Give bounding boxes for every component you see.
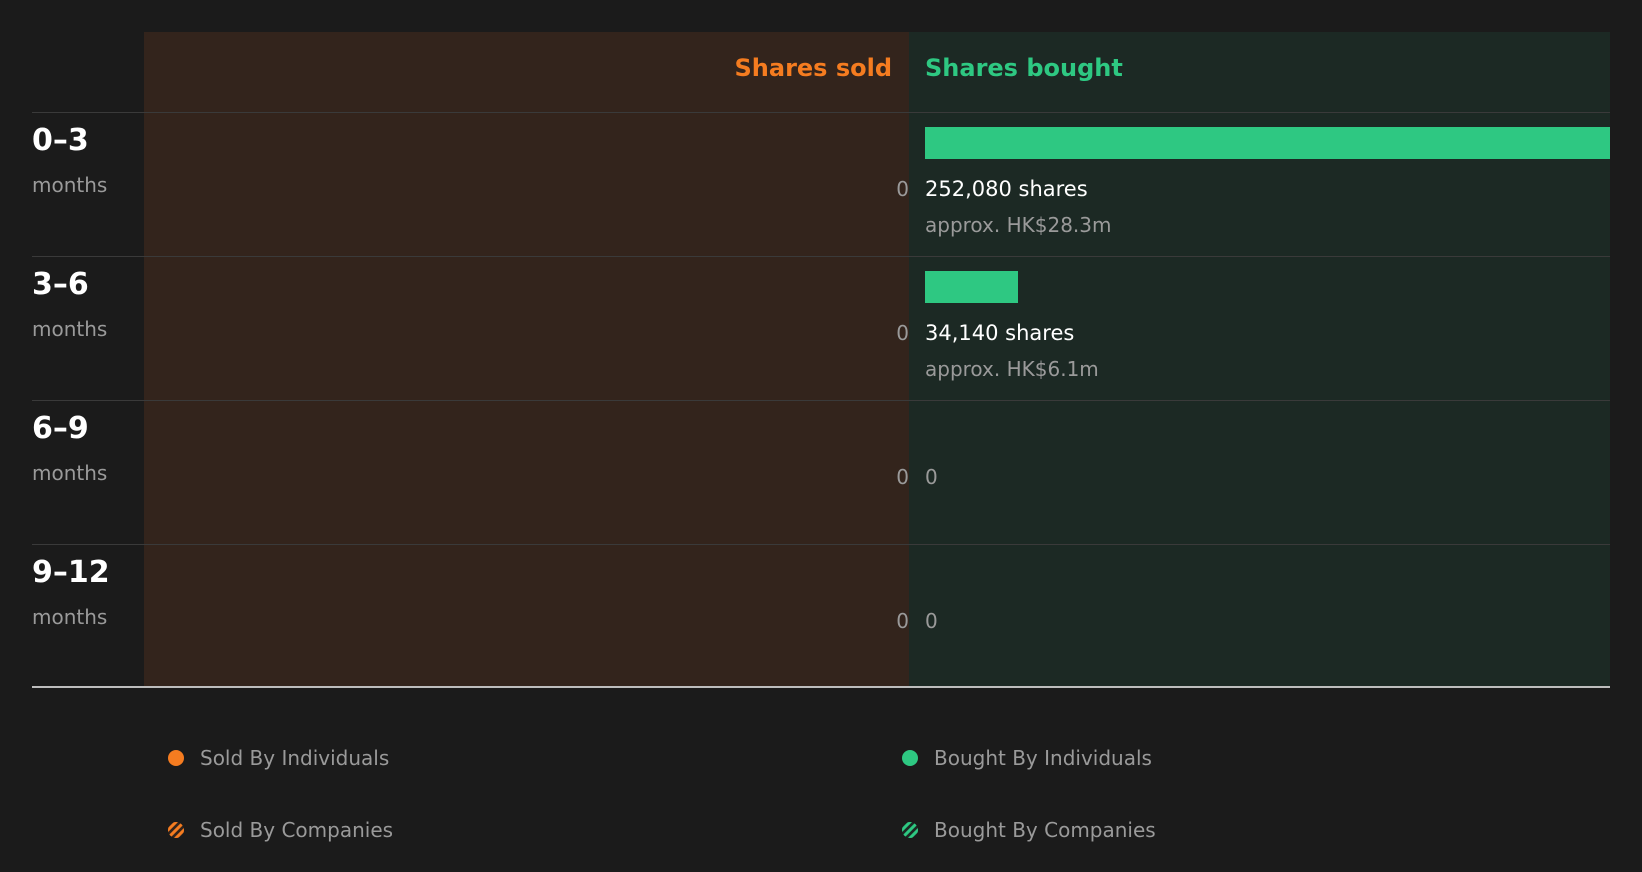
orange-striped-dot-icon [168,822,184,838]
bought-approx-label: approx. HK$28.3m [925,213,1112,237]
period-unit: months [32,461,108,485]
green-striped-dot-icon [902,822,918,838]
period-unit: months [32,317,108,341]
bought-shares-label: 252,080 shares [925,177,1088,201]
insider-trading-chart: Shares sold Shares bought 0–3 months 0 2… [0,0,1642,700]
bought-bar [925,271,1018,303]
orange-dot-icon [168,750,184,766]
period-label: 0–3 [32,123,89,158]
period-unit: months [32,605,108,629]
period-row-6-9: 6–9 months 0 0 [32,400,1610,544]
sold-value: 0 [896,465,909,489]
sold-value: 0 [896,609,909,633]
legend-bought-companies: Bought By Companies [902,818,1156,842]
legend-label: Sold By Companies [200,818,394,842]
legend-label: Bought By Individuals [934,746,1152,770]
period-row-0-3: 0–3 months 0 252,080 shares approx. HK$2… [32,112,1610,256]
legend-sold-companies: Sold By Companies [168,818,393,842]
legend-sold-individuals: Sold By Individuals [168,746,389,770]
chart-legend: Sold By Individuals Bought By Individual… [0,730,1642,860]
period-unit: months [32,173,108,197]
bought-bar [925,127,1610,159]
green-dot-icon [902,750,918,766]
shares-sold-header: Shares sold [734,54,893,82]
chart-baseline [32,686,1610,688]
sold-value: 0 [896,321,909,345]
period-label: 6–9 [32,411,89,446]
bought-value: 0 [925,609,938,633]
period-label: 3–6 [32,267,89,302]
sold-value: 0 [896,177,909,201]
period-row-9-12: 9–12 months 0 0 [32,544,1610,688]
bought-shares-label: 34,140 shares [925,321,1075,345]
bought-approx-label: approx. HK$6.1m [925,357,1099,381]
legend-label: Bought By Companies [934,818,1156,842]
legend-label: Sold By Individuals [200,746,390,770]
period-row-3-6: 3–6 months 0 34,140 shares approx. HK$6.… [32,256,1610,400]
period-rows: 0–3 months 0 252,080 shares approx. HK$2… [32,112,1610,688]
shares-bought-header: Shares bought [925,54,1123,82]
bought-value: 0 [925,465,938,489]
legend-bought-individuals: Bought By Individuals [902,746,1152,770]
period-label: 9–12 [32,555,110,590]
